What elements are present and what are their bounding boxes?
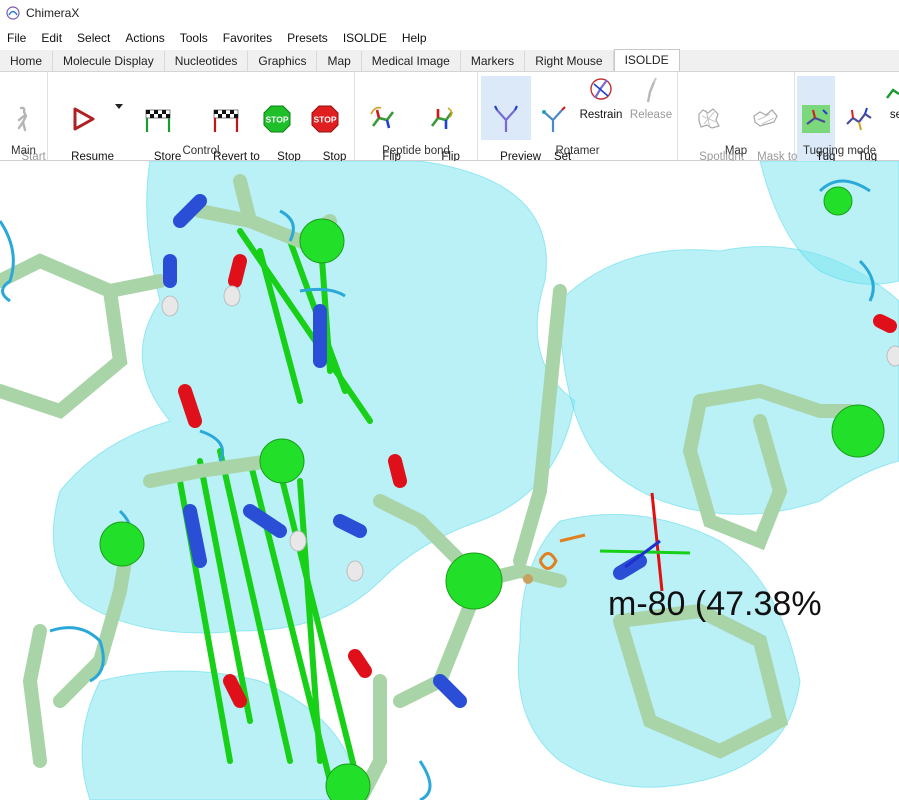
group-label-control: Control	[182, 145, 220, 157]
checkpoint-flag-icon	[145, 109, 171, 132]
svg-text:STOP: STOP	[314, 115, 337, 125]
graphics-viewport[interactable]: m-80 (47.38%	[0, 161, 899, 800]
tug-selection-icon	[886, 88, 899, 99]
tab-graphics[interactable]: Graphics	[248, 51, 318, 71]
play-icon	[73, 107, 95, 131]
stop-green-icon: STOP	[263, 105, 291, 133]
tab-right-mouse[interactable]: Right Mouse	[525, 51, 614, 71]
rotamer-preview-icon	[494, 105, 518, 132]
revert-flag-icon	[213, 109, 239, 132]
flip-peptide-icon	[370, 106, 395, 129]
resume-dropdown-chevron-icon[interactable]	[115, 104, 123, 109]
tab-medical-image[interactable]: Medical Image	[361, 51, 461, 71]
tab-nucleotides[interactable]: Nucleotides	[164, 51, 249, 71]
set-coords-icon	[542, 106, 566, 132]
group-label-peptide-bond: Peptide bond	[382, 145, 450, 157]
restrain-label: Restrain	[579, 109, 623, 121]
molecule-scene[interactable]	[0, 161, 899, 800]
group-peptide-bond: Flip peptide Flip cis<->trans Peptide bo…	[355, 72, 478, 177]
menu-select[interactable]: Select	[70, 31, 118, 45]
menu-tools[interactable]: Tools	[173, 31, 216, 45]
group-map: Spotlight mode Mask to selection Map	[678, 72, 797, 177]
group-label-rotamer: Rotamer	[555, 145, 600, 157]
menu-favorites[interactable]: Favorites	[216, 31, 280, 45]
spotlight-icon	[698, 108, 720, 129]
release-label: Release	[629, 109, 673, 121]
menu-file[interactable]: File	[0, 31, 34, 45]
release-icon	[646, 77, 657, 103]
group-rotamer: Preview next Set coords Restrain Relea	[478, 72, 678, 177]
title-bar: ChimeraX	[0, 0, 899, 26]
menu-bar: File Edit Select Actions Tools Favorites…	[0, 28, 899, 48]
tug-selection-button[interactable]: se	[881, 76, 899, 122]
group-control: Resume simulation Store checkpoint Rever…	[48, 72, 355, 177]
group-label-main: Main	[11, 145, 36, 157]
group-main: Start ISOLDE Main	[0, 72, 48, 177]
restrain-icon	[590, 78, 612, 100]
flip-cis-trans-icon	[430, 107, 454, 129]
preview-next-button[interactable]: Preview next	[481, 76, 541, 177]
release-rotamer-button[interactable]: Release	[628, 76, 674, 122]
group-label-map: Map	[724, 145, 748, 157]
tug-selection-label: se	[889, 109, 899, 121]
tab-home[interactable]: Home	[0, 51, 54, 71]
tab-molecule-display[interactable]: Molecule Display	[53, 51, 165, 71]
svg-text:STOP: STOP	[266, 115, 289, 125]
group-label-tugging-mode: Tugging mode	[803, 145, 877, 157]
group-tugging-mode: Tug atom Tug residue se Tugging mode	[795, 72, 899, 192]
tab-markers[interactable]: Markers	[460, 51, 526, 71]
tug-residue-icon	[846, 107, 872, 131]
stop-red-icon: STOP	[311, 105, 339, 133]
tab-isolde[interactable]: ISOLDE	[613, 49, 680, 71]
chimerax-logo-icon	[6, 6, 20, 20]
toolbar-tabs: Home Molecule Display Nucleotides Graphi…	[0, 49, 899, 72]
tab-map[interactable]: Map	[317, 51, 362, 71]
menu-help[interactable]: Help	[395, 31, 435, 45]
mask-icon	[753, 109, 778, 127]
menu-actions[interactable]: Actions	[118, 31, 172, 45]
isolde-ribbon: Start ISOLDE Main Resume simulation Stor…	[0, 72, 899, 192]
restrain-rotamer-button[interactable]: Restrain	[576, 76, 626, 122]
rotamer-preview-label: m-80 (47.38%	[608, 585, 822, 623]
isolde-start-icon	[17, 106, 28, 132]
menu-presets[interactable]: Presets	[280, 31, 336, 45]
window-title: ChimeraX	[26, 6, 80, 20]
menu-edit[interactable]: Edit	[34, 31, 70, 45]
menu-isolde[interactable]: ISOLDE	[336, 31, 395, 45]
tug-atom-icon	[802, 105, 830, 133]
